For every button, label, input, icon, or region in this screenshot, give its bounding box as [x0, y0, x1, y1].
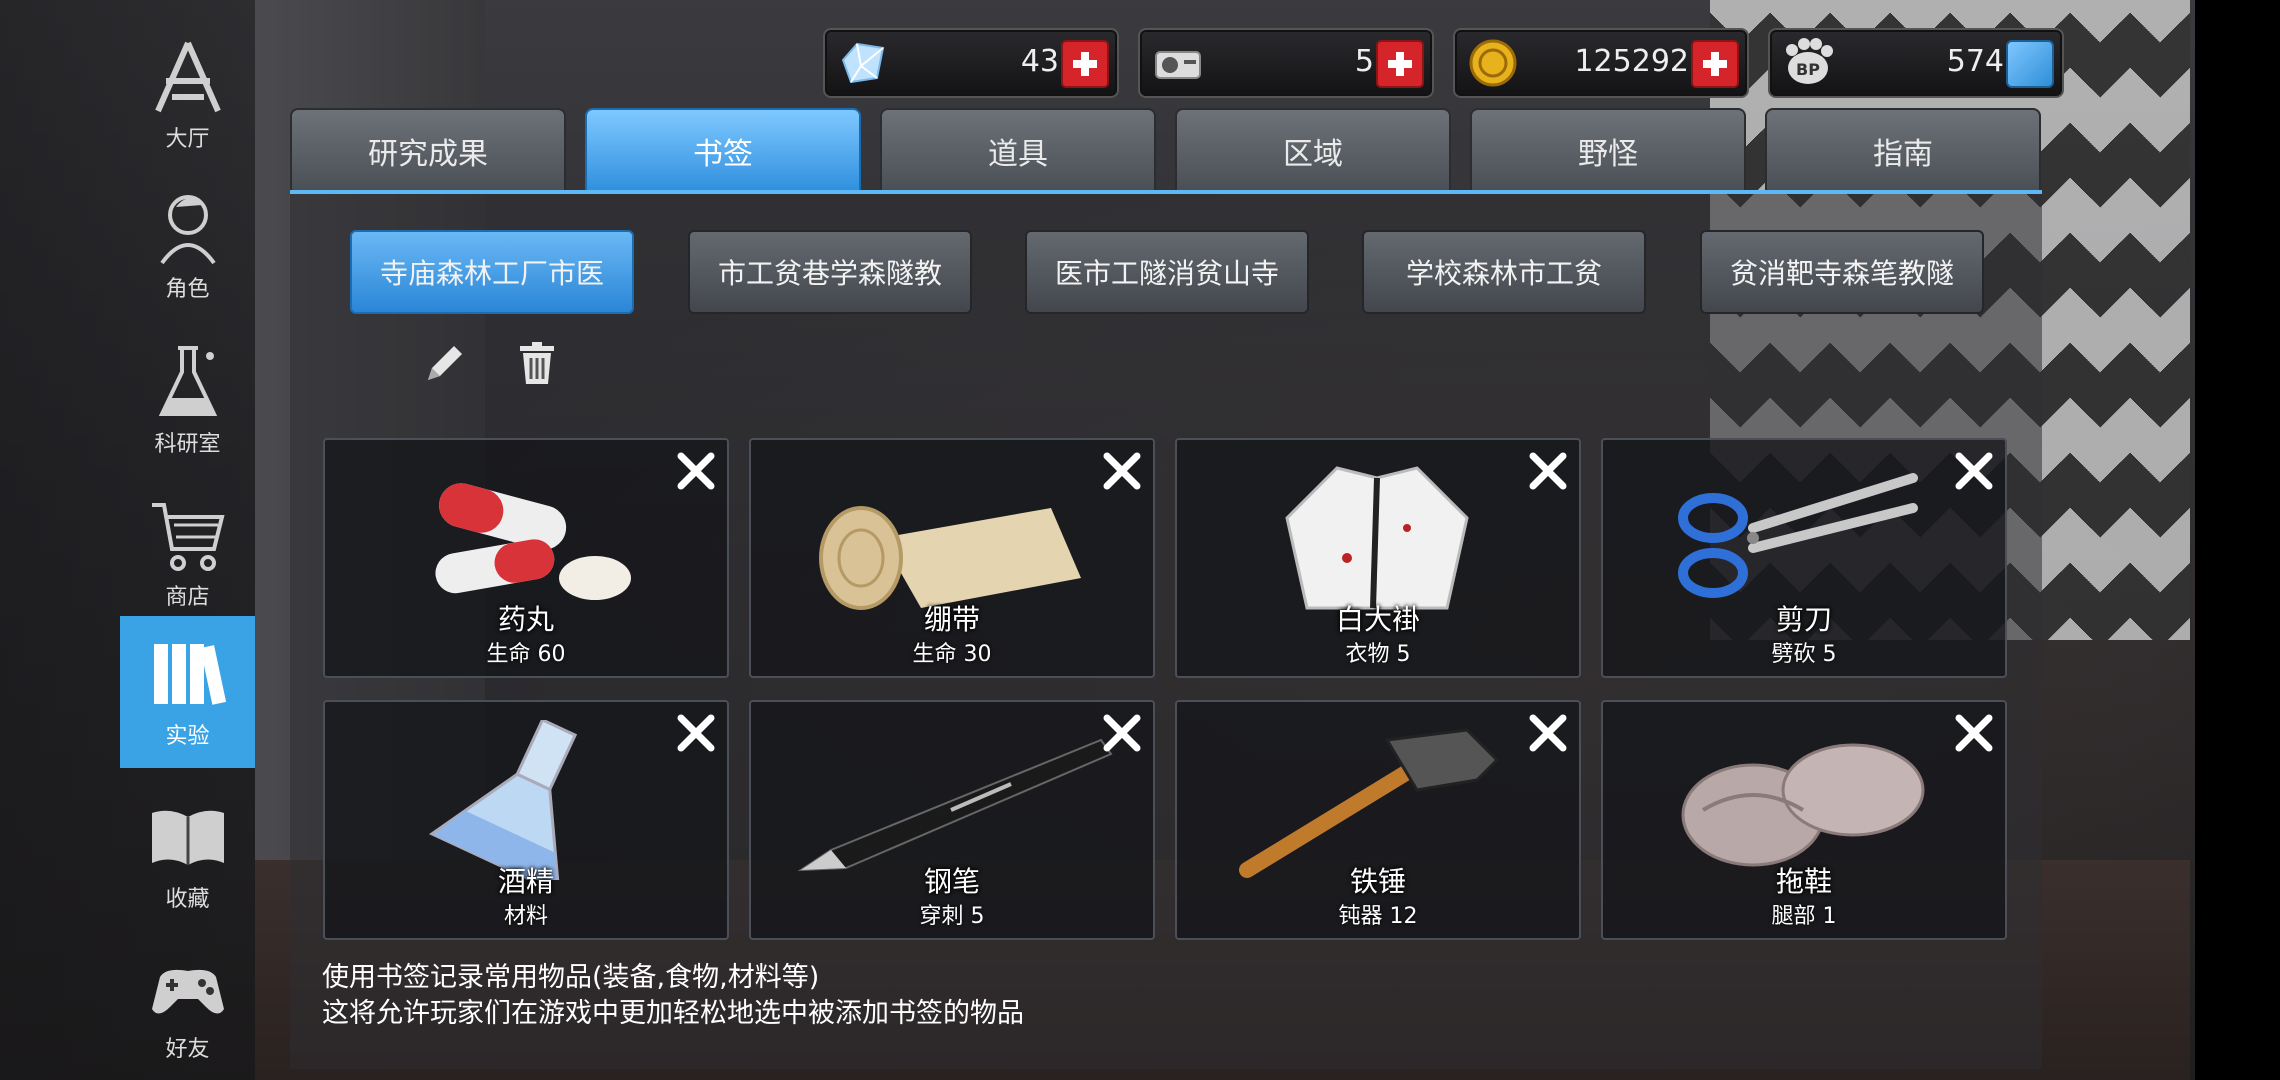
remove-item-icon[interactable] — [1523, 708, 1573, 758]
item-stat: 腿部 1 — [1771, 904, 1837, 929]
tab-items[interactable]: 道具 — [880, 108, 1156, 194]
remove-item-icon[interactable] — [671, 708, 721, 758]
lobby-icon — [143, 37, 233, 117]
gold-coin-icon — [1467, 38, 1519, 88]
sidebar-item-shop[interactable]: 商店 — [120, 478, 255, 628]
currency-gold: 125292 — [1453, 28, 1749, 98]
currency-value: 43 — [1020, 44, 1059, 79]
bookmark-button[interactable]: 寺庙森林工厂市医 — [350, 230, 634, 314]
bp-paw-icon: BP — [1782, 38, 1834, 88]
screen-edge — [2195, 0, 2280, 1080]
bookmark-button[interactable]: 市工贫巷学森隧教 — [688, 230, 972, 314]
cart-icon — [143, 495, 233, 575]
item-name: 白大褂 — [1335, 603, 1420, 636]
item-card[interactable]: 钢笔 穿刺 5 — [749, 700, 1155, 940]
item-card[interactable]: 药丸 生命 60 — [323, 438, 729, 678]
currency-drives: 5 — [1138, 28, 1434, 98]
sidebar-item-character[interactable]: 角色 — [120, 170, 255, 320]
item-stat: 生命 60 — [486, 642, 566, 667]
bookmark-button[interactable]: 贫消靶寺森笔教隧 — [1700, 230, 1984, 314]
sidebar-item-friends[interactable]: 好友 — [120, 930, 255, 1080]
item-stat: 劈砍 5 — [1771, 642, 1837, 667]
add-diamonds-button[interactable] — [1061, 40, 1109, 88]
currency-value: 574 — [1946, 44, 2004, 79]
hint-line-2: 这将允许玩家们在游戏中更加轻松地选中被添加书签的物品 — [322, 998, 1024, 1029]
item-name: 拖鞋 — [1775, 865, 1832, 898]
item-card[interactable]: 绷带 生命 30 — [749, 438, 1155, 678]
item-stat: 钝器 12 — [1338, 904, 1418, 929]
sidebar-item-label: 商店 — [165, 585, 210, 610]
currency-value: 5 — [1354, 44, 1374, 79]
pen-icon — [751, 720, 1153, 880]
item-name: 药丸 — [497, 603, 554, 636]
sidebar-item-label: 大厅 — [165, 127, 210, 152]
remove-item-icon[interactable] — [671, 446, 721, 496]
item-stat: 衣物 5 — [1345, 642, 1411, 667]
currency-bp: BP 574 — [1768, 28, 2064, 98]
item-stat: 材料 — [503, 904, 548, 929]
sidebar-item-label: 好友 — [165, 1037, 210, 1062]
lab-coat-icon — [1177, 458, 1579, 618]
diamond-icon — [837, 38, 889, 88]
slippers-icon — [1603, 720, 2005, 880]
sidebar-item-label: 收藏 — [165, 887, 210, 912]
bookmark-button[interactable]: 医市工隧消贫山寺 — [1025, 230, 1309, 314]
currency-diamonds: 43 — [823, 28, 1119, 98]
tab-guide[interactable]: 指南 — [1765, 108, 2041, 194]
open-book-icon — [143, 797, 233, 877]
character-icon — [143, 187, 233, 267]
tab-bookmarks[interactable]: 书签 — [585, 108, 861, 194]
item-name: 铁锤 — [1349, 865, 1406, 898]
bp-shop-button[interactable] — [2006, 40, 2054, 88]
tab-research[interactable]: 研究成果 — [290, 108, 566, 194]
trash-icon[interactable] — [512, 338, 562, 388]
sidebar-item-lab[interactable]: 科研室 — [120, 325, 255, 475]
flask-icon — [325, 717, 727, 896]
sidebar-item-collection[interactable]: 收藏 — [120, 780, 255, 930]
svg-text:BP: BP — [1796, 60, 1820, 79]
remove-item-icon[interactable] — [1949, 708, 1999, 758]
sidebar-item-label: 科研室 — [154, 432, 221, 457]
item-card[interactable]: 铁锤 钝器 12 — [1175, 700, 1581, 940]
bandage-icon — [751, 458, 1153, 618]
remove-item-icon[interactable] — [1523, 446, 1573, 496]
tab-bar: 研究成果 书签 道具 区域 野怪 指南 — [290, 108, 2042, 194]
hard-drive-icon — [1152, 38, 1204, 88]
add-gold-button[interactable] — [1691, 40, 1739, 88]
item-card[interactable]: 白大褂 衣物 5 — [1175, 438, 1581, 678]
hammer-icon — [1177, 720, 1579, 880]
tab-areas[interactable]: 区域 — [1175, 108, 1451, 194]
remove-item-icon[interactable] — [1949, 446, 1999, 496]
flask-icon — [143, 342, 233, 422]
item-name: 剪刀 — [1775, 603, 1832, 636]
item-card[interactable]: 酒精 材料 — [323, 700, 729, 940]
gamepad-icon — [143, 947, 233, 1027]
item-stat: 穿刺 5 — [919, 904, 985, 929]
books-icon — [143, 634, 233, 714]
remove-item-icon[interactable] — [1097, 446, 1147, 496]
scissors-icon — [1603, 458, 2005, 618]
sidebar-item-label: 角色 — [165, 277, 210, 302]
item-stat: 生命 30 — [912, 642, 992, 667]
item-name: 酒精 — [497, 865, 554, 898]
bookmark-hint: 使用书签记录常用物品(装备,食物,材料等) 这将允许玩家们在游戏中更加轻松地选中… — [322, 960, 1024, 1032]
tab-monsters[interactable]: 野怪 — [1470, 108, 1746, 194]
sidebar-item-experiment[interactable]: 实验 — [120, 616, 255, 768]
item-card[interactable]: 拖鞋 腿部 1 — [1601, 700, 2007, 940]
sidebar: 大厅 角色 科研室 商店 实验 收藏 好友 — [0, 0, 255, 1080]
item-name: 钢笔 — [923, 865, 980, 898]
pencil-icon[interactable] — [420, 338, 470, 388]
item-card[interactable]: 剪刀 劈砍 5 — [1601, 438, 2007, 678]
sidebar-item-label: 实验 — [165, 724, 210, 749]
remove-item-icon[interactable] — [1097, 708, 1147, 758]
hint-line-1: 使用书签记录常用物品(装备,食物,材料等) — [322, 962, 820, 993]
add-drives-button[interactable] — [1376, 40, 1424, 88]
bookmark-button[interactable]: 学校森林市工贫 — [1362, 230, 1646, 314]
item-name: 绷带 — [923, 603, 980, 636]
currency-value: 125292 — [1574, 44, 1689, 79]
sidebar-item-lobby[interactable]: 大厅 — [120, 20, 255, 170]
pill-icon — [325, 458, 727, 618]
